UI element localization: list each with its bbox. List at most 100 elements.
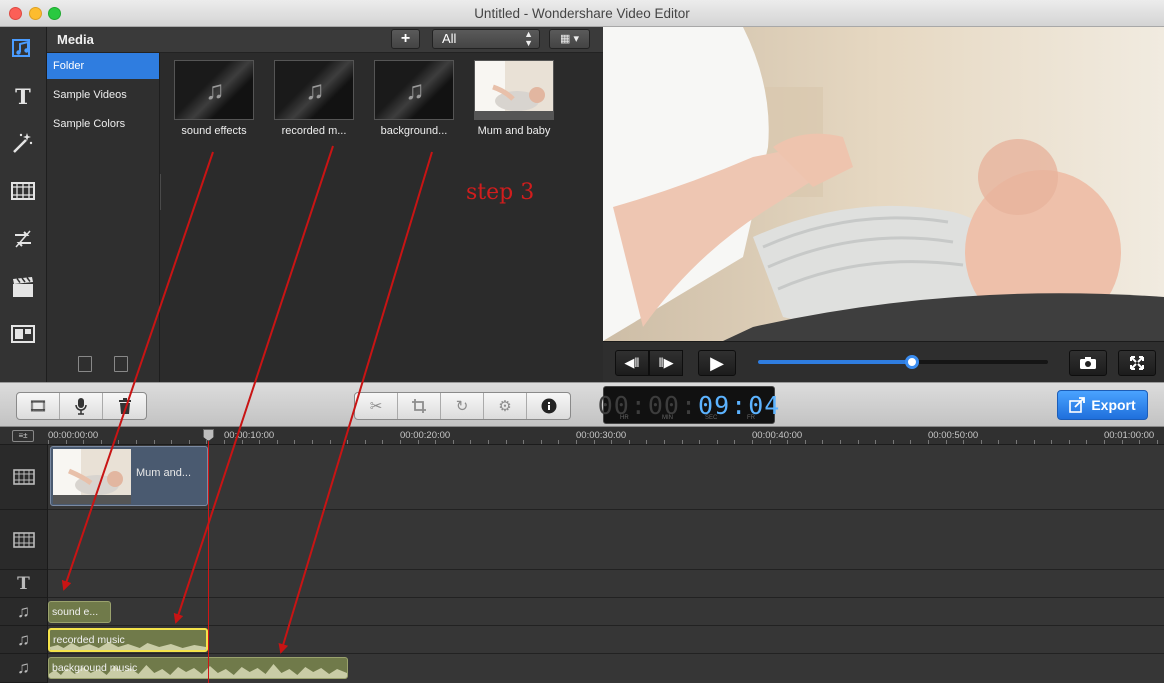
audio-track-2[interactable] — [48, 626, 1164, 654]
track-tools-group: 🎞 — [16, 392, 147, 420]
ruler-tick-mark — [329, 440, 331, 444]
ruler-tick-mark — [435, 440, 437, 444]
audio-clip-label: sound e... — [52, 606, 99, 618]
ruler-tick-mark — [752, 440, 753, 444]
media-panel-title: Media — [57, 32, 94, 47]
clip-thumbnail-image — [53, 449, 131, 504]
progress-knob[interactable] — [904, 355, 919, 369]
fullscreen-button[interactable] — [1118, 350, 1156, 376]
ruler-tick-label: 00:00:00:00 — [48, 430, 99, 441]
ruler-tick-mark — [224, 440, 225, 444]
folder-item-sample-videos[interactable]: Sample Videos — [47, 82, 159, 108]
delete-clip-button[interactable] — [103, 393, 146, 419]
window-title: Untitled - Wondershare Video Editor — [474, 6, 690, 21]
ruler-tick-mark — [1068, 440, 1070, 444]
ruler-tick-mark — [998, 440, 1000, 444]
text-track-icon: T — [0, 570, 47, 598]
view-mode-button[interactable]: ▦ ▾ — [549, 29, 590, 49]
timecode-unit-min: MIN — [662, 415, 673, 421]
media-filter-select[interactable]: All ▲ ▼ — [432, 29, 540, 49]
media-filter-value: All — [442, 31, 457, 46]
playback-controls: ◀‖ ‖▶ ▶ — [603, 341, 1164, 382]
video-track[interactable] — [48, 445, 1164, 510]
media-header: Media + All ▲ ▼ ▦ ▾ — [47, 27, 603, 53]
ruler-tick-mark — [470, 440, 472, 444]
ruler-tick-mark — [628, 440, 630, 444]
music-note-icon: ♫ — [405, 75, 425, 105]
ruler-tick-mark — [259, 440, 261, 444]
advanced-edit-button[interactable]: ⚙ — [484, 393, 527, 419]
audio-clip-background-music[interactable]: background music — [48, 657, 348, 679]
add-media-button[interactable]: + — [391, 29, 420, 49]
text-track[interactable] — [48, 570, 1164, 598]
ruler-tick-mark — [276, 440, 278, 444]
audio-clip-label: background music — [52, 662, 138, 674]
track-headers: T ♫ ♫ ♫ — [0, 445, 48, 683]
ruler-tick-mark — [136, 440, 137, 444]
folder-item-folder[interactable]: Folder — [47, 53, 159, 79]
media-item-label: sound effects — [181, 125, 247, 137]
ruler-tick-mark — [118, 440, 120, 444]
media-audio-icon: 🎞 — [28, 398, 48, 415]
video-thumbnail-image — [475, 61, 553, 119]
audio-clip-recorded-music[interactable]: recorded music — [48, 628, 208, 652]
music-note-icon[interactable] — [8, 34, 38, 64]
export-icon — [1069, 397, 1086, 413]
track-manager-icon[interactable]: ≡± — [12, 430, 34, 442]
pip-track[interactable] — [48, 510, 1164, 570]
timecode-unit-hr: HR — [620, 415, 629, 421]
media-item-mum-and-baby[interactable] — [474, 60, 554, 120]
media-item-label: Mum and baby — [477, 125, 551, 137]
music-note-icon: ♫ — [205, 75, 225, 105]
ruler-tick-mark — [523, 440, 525, 444]
transition-icon[interactable] — [8, 224, 38, 254]
new-folder-icon[interactable] — [78, 356, 92, 372]
ruler-tick-mark — [576, 440, 577, 444]
camera-icon — [1080, 357, 1096, 369]
audio-clip-sound-effects[interactable]: sound e... — [48, 601, 111, 623]
preview-frame-image — [603, 27, 1164, 341]
playback-progress-slider[interactable] — [758, 355, 1048, 369]
music-track-icon: ♫ — [0, 626, 47, 654]
ruler-tick-mark — [382, 440, 384, 444]
ruler-tick-label: 00:00:20:00 — [400, 430, 451, 441]
ruler-tick-mark — [347, 440, 349, 444]
snapshot-button[interactable] — [1069, 350, 1107, 376]
timeline-ruler[interactable]: ≡± 00:00:00:00 00:00:10:00 00:00:20:00 0… — [0, 427, 1164, 445]
clapperboard-icon[interactable] — [8, 272, 38, 302]
play-button[interactable]: ▶ — [698, 350, 736, 376]
detach-audio-button[interactable]: 🎞 — [17, 393, 60, 419]
record-voice-button[interactable] — [60, 393, 103, 419]
export-button[interactable]: Export — [1057, 390, 1148, 420]
previous-frame-button[interactable]: ◀‖ — [615, 350, 649, 376]
ruler-tick-mark — [48, 440, 49, 444]
crop-button[interactable] — [398, 393, 441, 419]
media-item-label: background... — [380, 125, 448, 137]
delete-folder-icon[interactable] — [114, 356, 128, 372]
media-item-recorded-music[interactable]: ♫ — [274, 60, 354, 120]
magic-wand-icon[interactable] — [8, 128, 38, 158]
ruler-tick-mark — [1104, 440, 1105, 444]
media-item-sound-effects[interactable]: ♫ — [174, 60, 254, 120]
split-button[interactable]: ✂ — [355, 393, 398, 419]
audio-track-1[interactable] — [48, 598, 1164, 626]
ruler-tick-mark — [699, 440, 701, 444]
ruler-tick-mark — [734, 440, 736, 444]
ruler-tick-mark — [840, 440, 841, 444]
playhead-line — [208, 437, 209, 683]
video-clip[interactable]: Mum and... — [50, 446, 208, 506]
ruler-tick-label: 00:00:30:00 — [576, 430, 627, 441]
pip-layout-icon[interactable] — [8, 319, 38, 349]
rotate-button[interactable]: ↻ — [441, 393, 484, 419]
next-frame-button[interactable]: ‖▶ — [649, 350, 683, 376]
ruler-tick-mark — [452, 440, 454, 444]
info-button[interactable] — [527, 393, 570, 419]
select-arrows-icon: ▲ ▼ — [524, 29, 533, 48]
ruler-tick-mark — [681, 440, 683, 444]
folder-item-sample-colors[interactable]: Sample Colors — [47, 111, 159, 137]
filmstrip-icon[interactable] — [8, 176, 38, 206]
grid-view-icon: ▦ ▾ — [560, 33, 579, 45]
text-icon[interactable]: T — [8, 81, 38, 111]
media-item-background-music[interactable]: ♫ — [374, 60, 454, 120]
ruler-tick-mark — [1033, 440, 1035, 444]
